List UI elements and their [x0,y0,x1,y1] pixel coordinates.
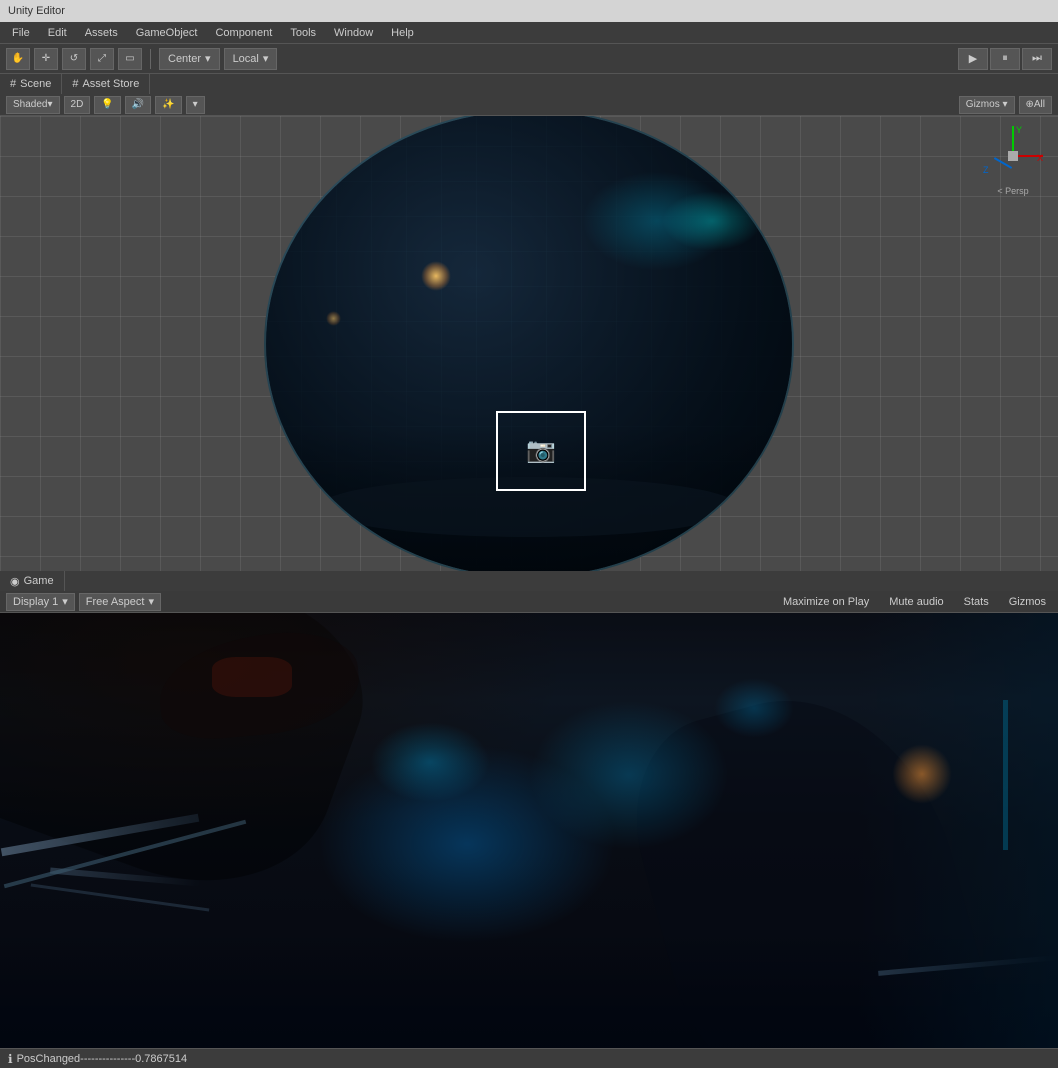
scene-sphere: 📷 [264,116,794,571]
game-tab-icon: ◉ [10,575,20,588]
title-bar: Unity Editor [0,0,1058,22]
aspect-arrow: ▾ [148,595,154,608]
menu-window[interactable]: Window [326,25,381,41]
axes-gizmo: Y X Z [983,126,1043,186]
game-tab-bar: ◉ Game [0,571,1058,591]
game-toolbar: Display 1 ▾ Free Aspect ▾ Maximize on Pl… [0,591,1058,613]
asset-store-tab[interactable]: # Asset Store [62,74,150,94]
pivot-arrow: ▾ [205,52,211,65]
right-structure [858,613,1058,1048]
game-tab-label: Game [24,575,54,587]
gizmos-area: Gizmos ▾ ⊕All [959,96,1052,114]
display-label: Display 1 [13,596,58,608]
cyan-highlight-1 [370,722,490,802]
shading-dropdown[interactable]: Shaded ▾ [6,96,60,114]
game-viewport[interactable] [0,613,1058,1048]
space-arrow: ▾ [263,52,269,65]
lighting-button[interactable]: 💡 [94,96,120,114]
camera-icon: 📷 [526,436,556,465]
display-dropdown[interactable]: Display 1 ▾ [6,593,75,611]
toolbar-sep-1 [150,49,151,69]
menu-edit[interactable]: Edit [40,25,75,41]
move-tool-button[interactable]: ✛ [34,48,58,70]
camera-wireframe: 📷 [496,411,586,491]
asset-store-tab-icon: # [72,78,78,90]
menu-bar: File Edit Assets GameObject Component To… [0,22,1058,44]
status-bar: ℹ PosChanged---------------0.7867514 [0,1048,1058,1068]
main-toolbar: ✋ ✛ ↺ ⤢ ▭ Center ▾ Local ▾ ▶ ⏸ ⏭ [0,44,1058,74]
menu-component[interactable]: Component [207,25,280,41]
hand-tool-button[interactable]: ✋ [6,48,30,70]
space-dropdown[interactable]: Local ▾ [224,48,278,70]
perspective-widget[interactable]: Y X Z < Persp [978,126,1048,206]
scene-tab-label: Scene [20,78,51,90]
game-right-controls: Maximize on Play Mute audio Stats Gizmos [777,595,1052,609]
2d-button[interactable]: 2D [64,96,91,114]
vertical-pipe [1003,700,1008,850]
game-gizmos-button[interactable]: Gizmos [1003,595,1052,609]
space-label: Local [233,53,259,65]
rotate-tool-button[interactable]: ↺ [62,48,86,70]
scale-tool-button[interactable]: ⤢ [90,48,114,70]
scene-tab[interactable]: # Scene [0,74,62,94]
axis-cube [1008,151,1018,161]
y-axis-label: Y [1016,125,1022,135]
gizmos-dropdown[interactable]: Gizmos ▾ [959,96,1015,114]
display-arrow: ▾ [62,595,68,608]
scene-toolbar: Shaded ▾ 2D 💡 🔊 ✨ ▾ Gizmos ▾ ⊕All [0,94,1058,116]
pivot-label: Center [168,53,201,65]
cyan-highlight-2 [714,678,794,738]
all-layers-dropdown[interactable]: ⊕All [1019,96,1053,114]
scene-viewport[interactable]: 📷 Y X Z < Persp [0,116,1058,571]
stats-button[interactable]: Stats [958,595,995,609]
maximize-on-play-button[interactable]: Maximize on Play [777,595,875,609]
street-light-glow-2 [326,311,341,326]
title-text: Unity Editor [8,5,65,17]
pivot-dropdown[interactable]: Center ▾ [159,48,220,70]
persp-label: < Persp [997,186,1028,196]
shading-label: Shaded [13,99,47,110]
x-axis-label: X [1037,153,1043,163]
fx-button[interactable]: ✨ [155,96,181,114]
aspect-label: Free Aspect [86,596,145,608]
scene-options-button[interactable]: ▾ [186,96,205,114]
play-button[interactable]: ▶ [958,48,988,70]
mute-audio-button[interactable]: Mute audio [883,595,949,609]
aspect-dropdown[interactable]: Free Aspect ▾ [79,593,161,611]
z-axis-label: Z [983,165,989,175]
rect-tool-button[interactable]: ▭ [118,48,142,70]
audio-button[interactable]: 🔊 [125,96,151,114]
pause-button[interactable]: ⏸ [990,48,1020,70]
street-light-glow [421,261,451,291]
step-button[interactable]: ⏭ [1022,48,1052,70]
game-tab[interactable]: ◉ Game [0,571,65,591]
creature-mouth [212,657,292,697]
menu-gameobject[interactable]: GameObject [128,25,206,41]
menu-tools[interactable]: Tools [282,25,324,41]
play-controls: ▶ ⏸ ⏭ [958,48,1052,70]
scene-tab-bar: # Scene # Asset Store [0,74,1058,94]
status-text: PosChanged---------------0.7867514 [17,1053,188,1065]
scene-tab-icon: # [10,78,16,90]
blue-accent [582,171,732,271]
menu-file[interactable]: File [4,25,38,41]
menu-assets[interactable]: Assets [77,25,126,41]
status-icon: ℹ [8,1052,13,1066]
menu-help[interactable]: Help [383,25,422,41]
asset-store-tab-label: Asset Store [82,78,139,90]
